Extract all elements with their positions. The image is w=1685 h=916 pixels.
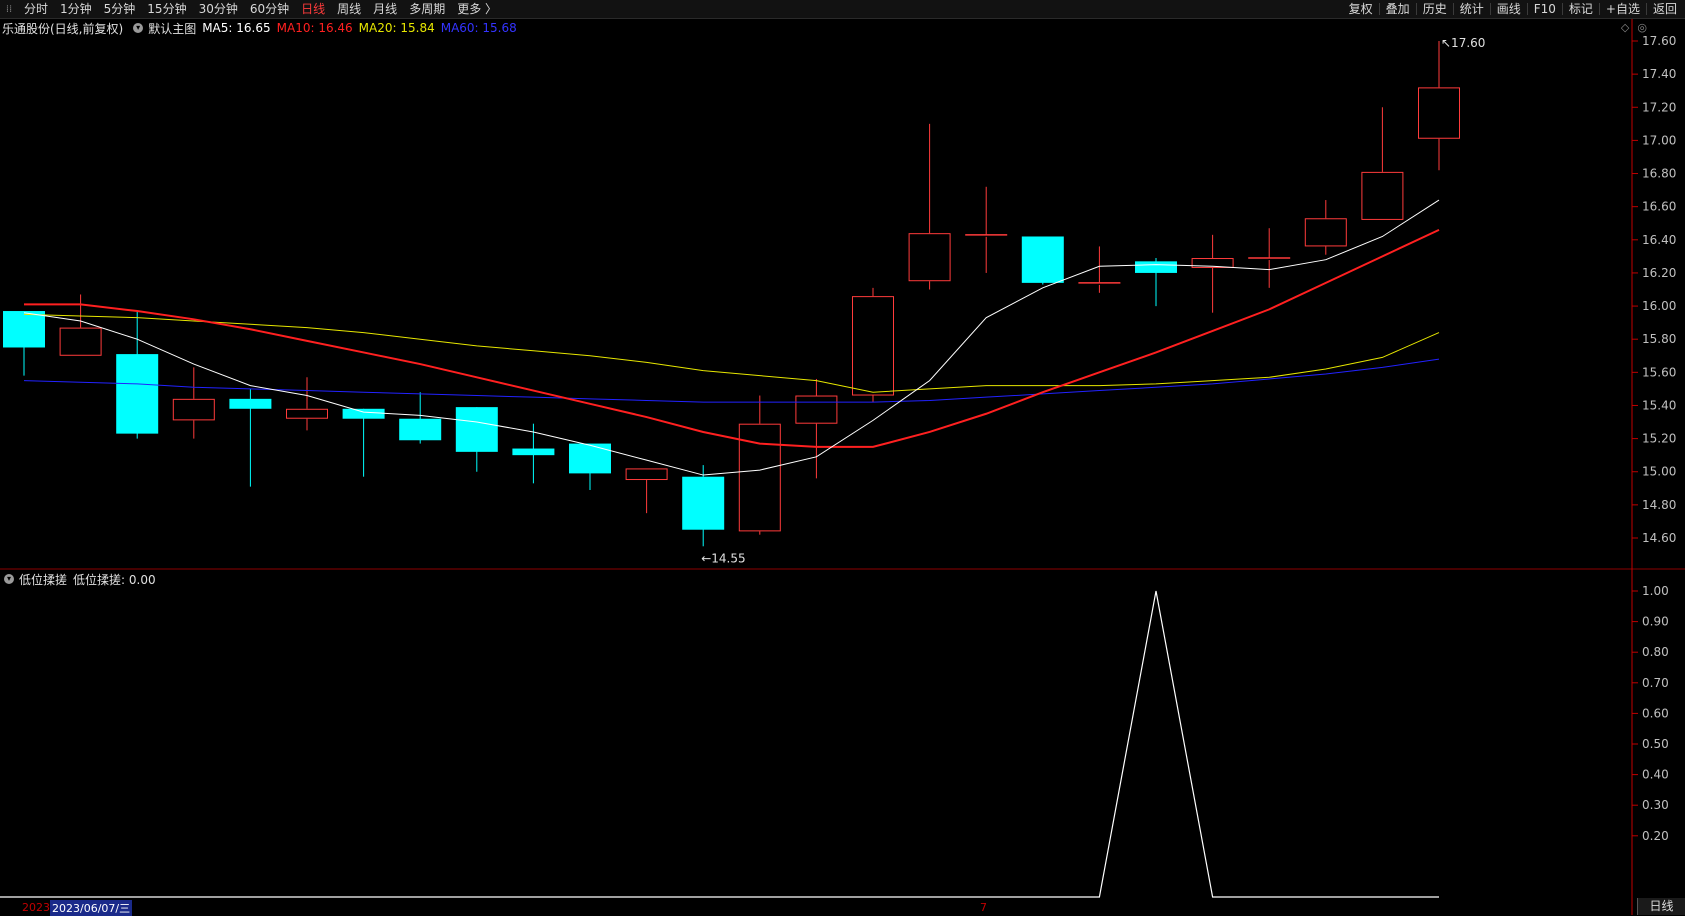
price-tick-label: 17.20 — [1642, 100, 1676, 114]
price-tick-label: 15.00 — [1642, 465, 1676, 479]
price-tick-label: 15.80 — [1642, 332, 1676, 346]
indicator-tick-label: 1.00 — [1642, 584, 1669, 598]
price-tick-label: 16.40 — [1642, 233, 1676, 247]
price-tick-label: 17.40 — [1642, 67, 1676, 81]
tool-button-2[interactable]: 历史 — [1417, 0, 1453, 18]
candle-body — [172, 398, 215, 421]
tool-button-0[interactable]: 复权 — [1343, 0, 1379, 18]
candle-body — [59, 327, 102, 356]
kline-chart[interactable]: 17.60 17.40 17.20 17.00 16.80 16.60 16.40 16.20… — [0, 19, 1685, 915]
candle-body — [512, 448, 555, 456]
candle-body — [569, 443, 611, 474]
tool-button-3[interactable]: 统计 — [1454, 0, 1490, 18]
date-bar: 2023 2023/06/07/三 7 — [0, 899, 987, 916]
indicator-tick-label: 0.90 — [1642, 615, 1669, 629]
indicator-tick-label: 0.80 — [1642, 645, 1669, 659]
candle-body — [1418, 87, 1460, 139]
candle-body — [399, 418, 442, 441]
candle-body — [229, 398, 272, 409]
period-tab-8[interactable]: 月线 — [367, 0, 403, 18]
period-tab-2[interactable]: 5分钟 — [98, 0, 142, 18]
candle-body — [682, 476, 725, 530]
indicator-tick-label: 0.70 — [1642, 676, 1669, 690]
candle-body — [1135, 261, 1177, 273]
candle-body — [795, 395, 838, 424]
price-tick-label: 15.40 — [1642, 398, 1676, 412]
tool-button-7[interactable]: +自选 — [1600, 0, 1646, 18]
period-tab-6[interactable]: 日线 — [295, 0, 331, 18]
price-tick-label: 17.00 — [1642, 133, 1676, 147]
price-tick-label: 15.60 — [1642, 365, 1676, 379]
low-price-label: ←14.55 — [701, 551, 745, 565]
period-tab-10[interactable]: 更多 〉 — [451, 0, 503, 18]
indicator-tick-label: 0.50 — [1642, 737, 1669, 751]
price-tick-label: 16.00 — [1642, 299, 1676, 313]
candle-body — [342, 408, 385, 419]
candle-body — [286, 408, 328, 419]
high-price-label: ↖17.60 — [1441, 36, 1485, 50]
period-tab-9[interactable]: 多周期 — [403, 0, 451, 18]
candle-body — [1304, 218, 1347, 247]
price-tick-label: 16.60 — [1642, 200, 1676, 214]
price-tick-label: 15.20 — [1642, 432, 1676, 446]
period-selector: ⁞⁞ 分时 1分钟 5分钟 15分钟 30分钟 60分钟 日线 周线 月线 多周期 更多 〉 — [0, 0, 503, 18]
toolbar-grip-icon[interactable]: ⁞⁞ — [0, 0, 18, 18]
candle-body — [908, 233, 951, 282]
period-tab-5[interactable]: 60分钟 — [244, 0, 295, 18]
candle-body — [852, 296, 894, 396]
tool-button-1[interactable]: 叠加 — [1380, 0, 1416, 18]
year-label: 2023 — [22, 901, 50, 914]
ma10-line — [24, 228, 1440, 448]
indicator-tick-label: 0.60 — [1642, 706, 1669, 720]
tool-button-4[interactable]: 画线 — [1491, 0, 1527, 18]
period-tab-1[interactable]: 1分钟 — [54, 0, 98, 18]
candle-body — [116, 354, 159, 434]
date-cursor: 2023/06/07/三 — [50, 899, 133, 916]
period-tab-3[interactable]: 15分钟 — [141, 0, 192, 18]
period-tab-0[interactable]: 分时 — [18, 0, 54, 18]
period-tab-4[interactable]: 30分钟 — [193, 0, 244, 18]
indicator-tick-label: 0.30 — [1642, 798, 1669, 812]
price-tick-label: 16.80 — [1642, 167, 1676, 181]
indicator-tick-label: 0.40 — [1642, 768, 1669, 782]
price-tick-label: 14.80 — [1642, 498, 1676, 512]
tool-button-5[interactable]: F10 — [1528, 0, 1562, 18]
candle-body — [1021, 236, 1064, 283]
mid-marker: 7 — [980, 901, 987, 914]
tool-buttons: 复权 叠加 历史 统计 画线 F10 标记 +自选 返回 — [1343, 0, 1683, 18]
candle-body — [455, 407, 498, 452]
period-tab[interactable]: 日线 — [1637, 898, 1685, 915]
tool-button-8[interactable]: 返回 — [1647, 0, 1683, 18]
candle-body — [3, 311, 45, 348]
period-tab-7[interactable]: 周线 — [331, 0, 367, 18]
price-tick-label: 17.60 — [1642, 34, 1676, 48]
indicator-line — [0, 590, 1439, 898]
tool-button-6[interactable]: 标记 — [1563, 0, 1599, 18]
top-toolbar: ⁞⁞ 分时 1分钟 5分钟 15分钟 30分钟 60分钟 日线 周线 月线 多周期 更多 〉 复权叠… — [0, 0, 1685, 19]
candle-body — [625, 468, 668, 481]
indicator-tick-label: 0.20 — [1642, 829, 1669, 843]
price-tick-label: 16.20 — [1642, 266, 1676, 280]
candle-body — [1361, 171, 1404, 220]
ma5-line — [23, 199, 1440, 476]
price-tick-label: 14.60 — [1642, 531, 1676, 545]
